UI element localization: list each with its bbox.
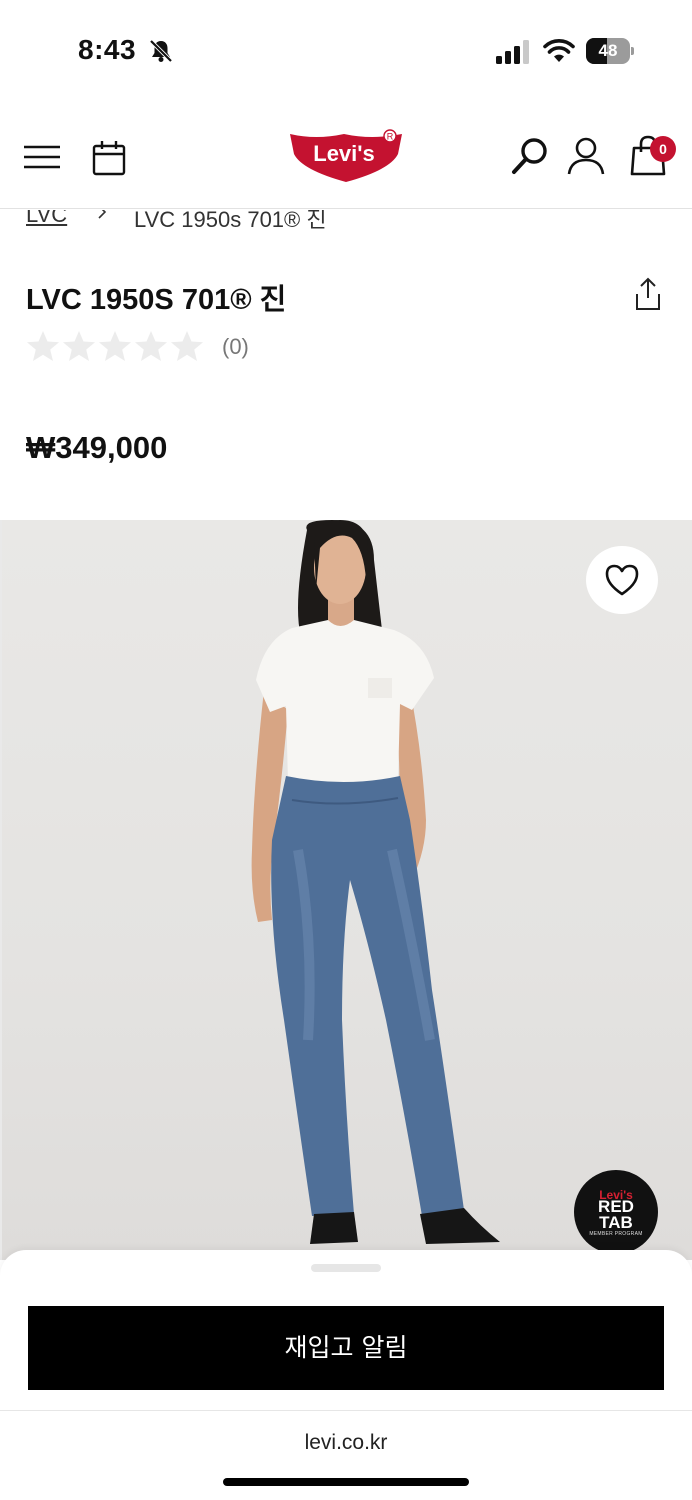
home-indicator[interactable] [223,1478,469,1486]
restock-notify-button[interactable]: 재입고 알림 [28,1306,664,1390]
model-photo [251,520,500,1244]
red-tab-badge-title-line: TAB [599,1213,633,1232]
star-icon [63,331,95,361]
review-count[interactable]: (0) [222,334,249,360]
hamburger-menu-icon[interactable] [24,144,60,170]
star-icon [171,331,203,361]
batwing-logo-icon: Levi's R [290,129,402,182]
star-icon [27,331,59,361]
product-image[interactable]: Levi's RED TAB MEMBER PROGRAM [0,520,692,1260]
levis-logo[interactable]: Levi's R [286,128,406,184]
bell-muted-icon [149,39,173,63]
wifi-icon [543,39,575,62]
calendar-icon[interactable] [92,140,126,176]
red-tab-badge[interactable]: Levi's RED TAB MEMBER PROGRAM [574,1170,658,1254]
svg-text:R: R [387,132,394,142]
status-time: 8:43 [78,34,137,65]
account-icon[interactable] [566,136,606,176]
status-bar: 8:43 48 [0,0,692,100]
battery-indicator: 48 [586,38,634,64]
heart-icon [605,564,639,596]
cellular-signal-icon [496,40,529,64]
cart-count-badge: 0 [650,136,676,162]
wishlist-button[interactable] [586,546,658,614]
cart-button[interactable]: 0 [628,134,678,178]
site-header: Levi's R 0 [0,100,692,209]
browser-url-bar[interactable]: levi.co.kr [0,1410,692,1500]
search-icon[interactable] [510,136,550,176]
url-text[interactable]: levi.co.kr [0,1431,692,1455]
share-icon[interactable] [632,276,664,312]
product-price: ₩349,000 [26,430,168,465]
bottom-sheet: 재입고 알림 [0,1250,692,1410]
product-title: LVC 1950S 701® 진 [26,284,287,316]
red-tab-badge-title: RED TAB [574,1198,658,1232]
sheet-drag-handle[interactable] [311,1264,381,1272]
red-tab-badge-subtitle: MEMBER PROGRAM [589,1231,643,1237]
battery-level: 48 [598,41,618,60]
svg-text:Levi's: Levi's [313,141,375,166]
star-icon [99,331,131,361]
star-icon [135,331,167,361]
